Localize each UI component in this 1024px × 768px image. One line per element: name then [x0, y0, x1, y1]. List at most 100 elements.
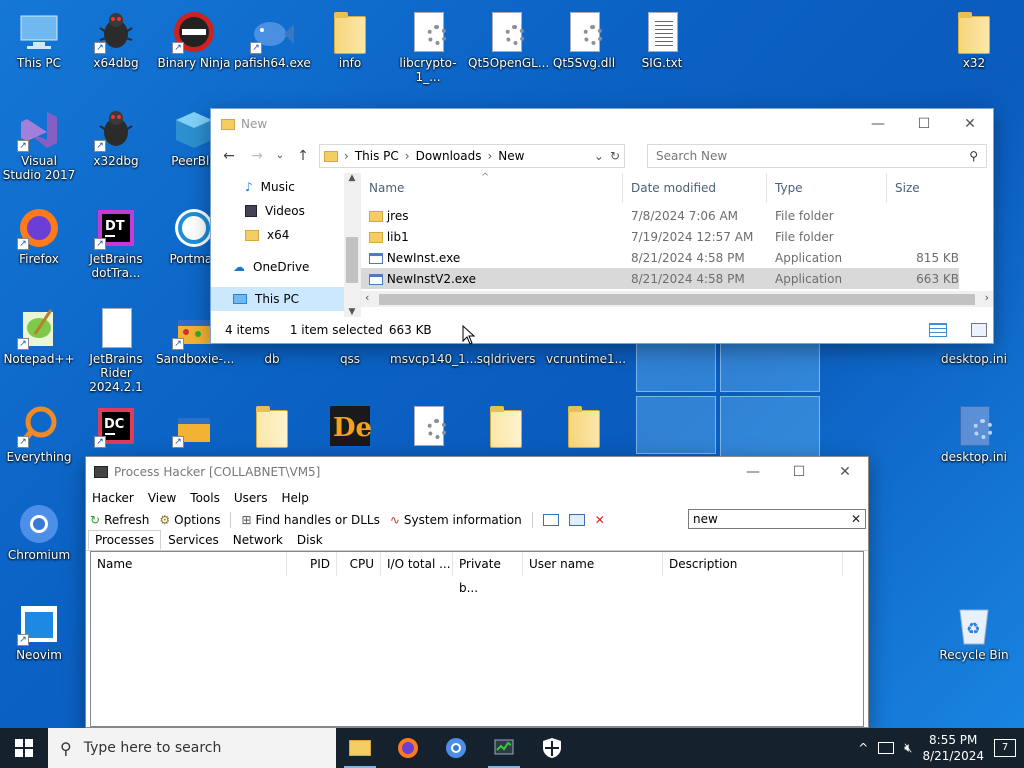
- explorer-titlebar[interactable]: New — ☐ ✕: [211, 109, 993, 139]
- desktop-icon-libcrypto[interactable]: libcrypto-1_...: [390, 4, 466, 84]
- desktop-icon-desktop-ini-2[interactable]: desktop.ini: [936, 398, 1012, 464]
- desktop-icon-sandboxie-2[interactable]: ↗: [156, 398, 232, 450]
- menu-tools[interactable]: Tools: [190, 491, 220, 505]
- column-name[interactable]: Name: [91, 552, 287, 576]
- system-information-button[interactable]: ∿ System information: [390, 513, 522, 527]
- nav-item-this-pc[interactable]: This PC: [211, 287, 360, 311]
- recent-locations-button[interactable]: ⌄: [273, 144, 287, 168]
- find-window-icon[interactable]: [568, 514, 585, 526]
- breadcrumb-downloads[interactable]: Downloads: [416, 149, 482, 163]
- scroll-thumb[interactable]: [346, 237, 358, 283]
- desktop-icon-neovim[interactable]: ↗ Neovim: [1, 596, 77, 662]
- column-pid[interactable]: PID: [287, 552, 337, 576]
- tab-services[interactable]: Services: [161, 530, 226, 550]
- breadcrumb-this-pc[interactable]: This PC: [355, 149, 399, 163]
- breadcrumb-new[interactable]: New: [498, 149, 524, 163]
- desktop-icon-qt5opengl[interactable]: Qt5OpenGL...: [468, 4, 549, 70]
- address-dropdown-icon[interactable]: ⌄: [594, 149, 604, 163]
- clock[interactable]: 8:55 PM 8/21/2024: [922, 732, 984, 764]
- details-view-icon[interactable]: [929, 323, 947, 337]
- column-private-bytes[interactable]: Private b...: [453, 552, 523, 595]
- start-button[interactable]: [0, 728, 48, 768]
- tab-processes[interactable]: Processes: [88, 530, 162, 550]
- taskbar-search-box[interactable]: ⚲ Type here to search: [48, 728, 336, 768]
- desktop-icon-notepadpp[interactable]: ↗ Notepad++: [1, 300, 77, 366]
- chevron-up-icon[interactable]: ^: [858, 741, 868, 755]
- scroll-down-icon[interactable]: ▼: [344, 307, 360, 317]
- desktop-icon-folder-b[interactable]: [468, 398, 544, 450]
- desktop-icon-pafish[interactable]: ↗ pafish64.exe: [234, 4, 311, 70]
- address-bar[interactable]: › This PC › Downloads › New ⌄ ↻: [319, 144, 625, 168]
- back-button[interactable]: ←: [217, 144, 241, 168]
- scroll-left-icon[interactable]: ‹: [365, 291, 369, 304]
- column-user-name[interactable]: User name: [523, 552, 663, 576]
- minimize-button[interactable]: —: [855, 109, 901, 139]
- scroll-up-icon[interactable]: ▲: [344, 173, 360, 183]
- maximize-button[interactable]: ☐: [901, 109, 947, 139]
- file-row[interactable]: lib1 7/19/2024 12:57 AM File folder: [361, 226, 993, 247]
- menu-help[interactable]: Help: [281, 491, 308, 505]
- file-explorer-window[interactable]: New — ☐ ✕ ← → ⌄ ↑ › This PC › Downloads …: [210, 108, 994, 344]
- network-icon[interactable]: [878, 742, 895, 754]
- close-button[interactable]: ✕: [822, 457, 868, 487]
- desktop-icon-chromium[interactable]: Chromium: [1, 496, 77, 562]
- menu-view[interactable]: View: [148, 491, 176, 505]
- column-header-type[interactable]: Type: [767, 173, 887, 203]
- close-button[interactable]: ✕: [947, 109, 993, 139]
- column-header-size[interactable]: Size: [887, 173, 967, 203]
- desktop-icon-dottrace[interactable]: DT ↗ JetBrains dotTra...: [78, 200, 154, 280]
- column-cpu[interactable]: CPU: [337, 552, 381, 576]
- process-filter-input[interactable]: new ✕: [688, 509, 866, 529]
- menu-users[interactable]: Users: [234, 491, 268, 505]
- taskbar-process-hacker[interactable]: [480, 728, 528, 768]
- desktop-icon-info[interactable]: info: [312, 4, 388, 70]
- process-hacker-window[interactable]: Process Hacker [COLLABNET\VM5] — ☐ ✕ Hac…: [85, 456, 869, 728]
- clear-filter-icon[interactable]: ✕: [851, 510, 861, 528]
- forward-button[interactable]: →: [245, 144, 269, 168]
- column-io-total[interactable]: I/O total ...: [381, 552, 453, 576]
- window-icon[interactable]: [542, 514, 559, 526]
- nav-item-onedrive[interactable]: ☁ OneDrive: [211, 255, 360, 279]
- desktop-icon-x32[interactable]: x32: [936, 4, 1012, 70]
- nav-item-x64[interactable]: x64: [211, 223, 360, 247]
- desktop-icon-dotcover[interactable]: DC ↗: [78, 398, 154, 450]
- terminate-icon[interactable]: ✕: [595, 513, 605, 527]
- desktop-icon-qt5svg[interactable]: Qt5Svg.dll: [546, 4, 622, 70]
- desktop-icon-recycle-bin[interactable]: ♻ Recycle Bin: [936, 596, 1012, 662]
- desktop-icon-de[interactable]: De: [312, 398, 388, 450]
- taskbar-firefox[interactable]: [384, 728, 432, 768]
- up-button[interactable]: ↑: [291, 144, 315, 168]
- taskbar-chromium[interactable]: [432, 728, 480, 768]
- refresh-icon[interactable]: ↻: [610, 149, 620, 163]
- nav-item-videos[interactable]: Videos: [211, 199, 360, 223]
- desktop-icon-rider[interactable]: JetBrains Rider 2024.2.1: [78, 300, 154, 394]
- find-handles-button[interactable]: ⊞ Find handles or DLLs: [241, 513, 379, 527]
- options-button[interactable]: ⚙ Options: [159, 513, 220, 527]
- tab-network[interactable]: Network: [226, 530, 290, 550]
- desktop-icon-everything[interactable]: ↗ Everything: [1, 398, 77, 464]
- desktop-icon-firefox[interactable]: ↗ Firefox: [1, 200, 77, 266]
- column-header-name[interactable]: Name ^: [361, 172, 623, 203]
- desktop-icon-this-pc[interactable]: This PC: [1, 4, 77, 70]
- desktop-icon-binary-ninja[interactable]: ↗ Binary Ninja: [156, 4, 232, 70]
- desktop-icon-x64dbg[interactable]: ↗ x64dbg: [78, 4, 154, 70]
- desktop-icon-visual-studio[interactable]: ↗ Visual Studio 2017: [1, 102, 77, 182]
- refresh-button[interactable]: ↻ Refresh: [90, 513, 149, 527]
- column-description[interactable]: Description: [663, 552, 843, 576]
- desktop-icon-folder-c[interactable]: [546, 398, 622, 450]
- ph-titlebar[interactable]: Process Hacker [COLLABNET\VM5] — ☐ ✕: [86, 457, 868, 487]
- scroll-thumb[interactable]: [379, 294, 975, 305]
- volume-muted-icon[interactable]: 🔇︎: [904, 741, 912, 756]
- search-input[interactable]: Search New ⚲: [647, 144, 987, 168]
- desktop-icon-x32dbg[interactable]: ↗ x32dbg: [78, 102, 154, 168]
- taskbar-file-explorer[interactable]: [336, 728, 384, 768]
- desktop-icon-folder-a[interactable]: [234, 398, 310, 450]
- file-row[interactable]: NewInst.exe 8/21/2024 4:58 PM Applicatio…: [361, 247, 993, 268]
- nav-item-music[interactable]: ♪ Music: [211, 175, 360, 199]
- notification-center-button[interactable]: 7: [994, 739, 1016, 757]
- file-row[interactable]: jres 7/8/2024 7:06 AM File folder: [361, 205, 993, 226]
- process-list[interactable]: Name PID CPU I/O total ... Private b... …: [90, 551, 864, 727]
- desktop-icon-dll-b[interactable]: [390, 398, 466, 450]
- horizontal-scrollbar[interactable]: ‹ ›: [361, 291, 993, 307]
- scroll-right-icon[interactable]: ›: [985, 291, 989, 304]
